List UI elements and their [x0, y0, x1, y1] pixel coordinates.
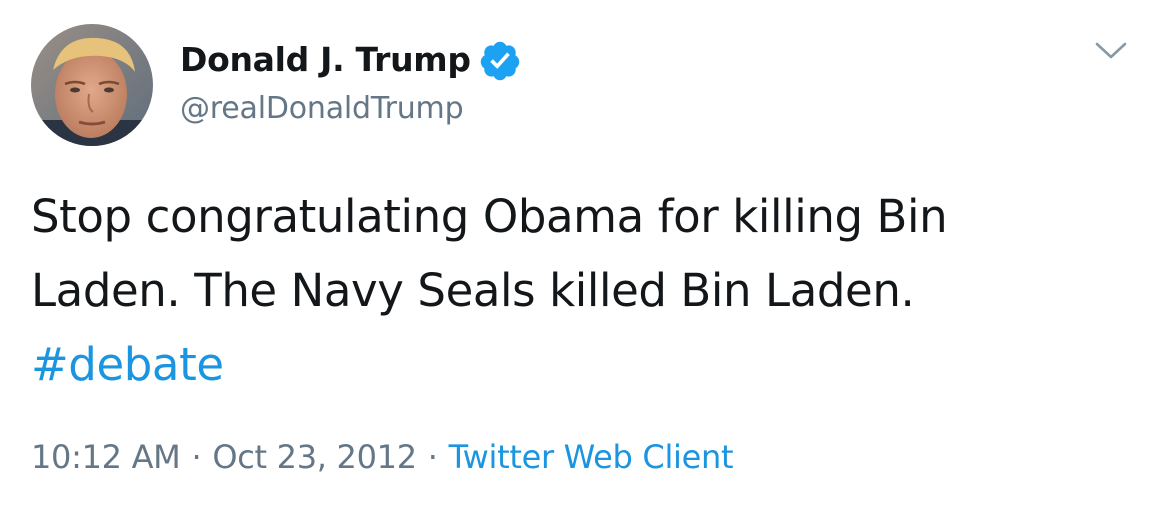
username-handle[interactable]: @realDonaldTrump: [180, 91, 464, 126]
avatar[interactable]: [31, 24, 153, 146]
tweet-text-line: Stop congratulating Obama for killing Bi…: [31, 190, 948, 243]
display-name[interactable]: Donald J. Trump: [180, 40, 471, 79]
hashtag-link[interactable]: #debate: [31, 328, 1141, 402]
tweet-card: Donald J. Trump @realDonaldTrump Stop co…: [0, 0, 1165, 514]
chevron-down-icon[interactable]: [1094, 40, 1128, 62]
separator-dot: ·: [191, 438, 202, 476]
tweet-text: Stop congratulating Obama for killing Bi…: [31, 180, 1141, 402]
verified-badge-icon: [480, 41, 520, 81]
separator-dot: ·: [427, 438, 438, 476]
tweet-time[interactable]: 10:12 AM: [31, 438, 181, 476]
tweet-text-line: Laden. The Navy Seals killed Bin Laden.: [31, 264, 915, 317]
source-link[interactable]: Twitter Web Client: [449, 438, 734, 476]
tweet-metadata: 10:12 AM · Oct 23, 2012 · Twitter Web Client: [31, 438, 734, 476]
tweet-date[interactable]: Oct 23, 2012: [212, 438, 417, 476]
avatar-image: [31, 24, 153, 146]
